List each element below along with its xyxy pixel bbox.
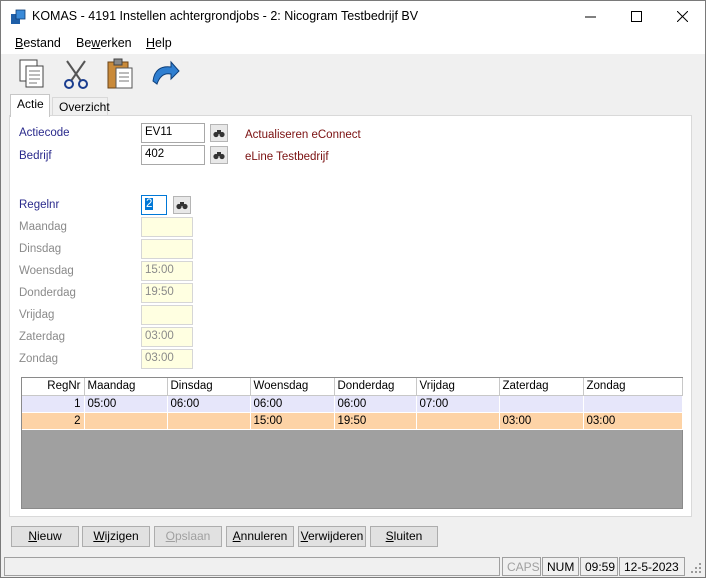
column-header[interactable]: Zaterdag (499, 378, 584, 396)
menu-help[interactable]: Help (146, 36, 172, 50)
regelnr-label: Regelnr (19, 199, 60, 211)
table-cell (416, 412, 500, 430)
column-header[interactable]: Dinsdag (167, 378, 251, 396)
actiecode-lookup-button[interactable] (210, 124, 228, 142)
column-header[interactable]: RegNr (22, 378, 85, 396)
table-cell: 03:00 (499, 412, 584, 430)
maximize-button[interactable] (613, 1, 659, 32)
tab-actie[interactable]: Actie (10, 94, 50, 117)
status-date: 12-5-2023 (619, 557, 685, 576)
title-bar: KOMAS - 4191 Instellen achtergrondjobs -… (1, 1, 705, 32)
regelnr-value: 2 (145, 198, 154, 210)
binoculars-icon (213, 151, 225, 159)
table-cell: 2 (22, 412, 85, 430)
table-cell: 15:00 (250, 412, 335, 430)
table-cell: 07:00 (416, 395, 500, 413)
column-header[interactable]: Donderdag (334, 378, 417, 396)
zondag-field[interactable]: 03:00 (141, 349, 193, 369)
wijzigen-button[interactable]: Wijzigen (82, 526, 150, 547)
table-row[interactable]: 1 05:00 06:00 06:00 06:00 07:00 (22, 395, 683, 413)
paste-button[interactable] (103, 57, 137, 91)
column-header[interactable]: Woensdag (250, 378, 335, 396)
table-cell: 1 (22, 395, 85, 413)
menu-bar: Bestand Bewerken Help (1, 32, 705, 54)
minimize-icon (584, 16, 596, 18)
minimize-button[interactable] (567, 1, 613, 32)
bedrijf-field[interactable]: 402 (141, 145, 205, 165)
maximize-icon (630, 11, 642, 22)
woensdag-label: Woensdag (19, 265, 74, 277)
actiecode-description: Actualiseren eConnect (245, 129, 361, 141)
actiecode-label: Actiecode (19, 127, 70, 139)
zondag-label: Zondag (19, 353, 59, 365)
opslaan-button[interactable]: Opslaan (154, 526, 222, 547)
donderdag-label: Donderdag (19, 287, 76, 299)
grid-header-row: RegNr Maandag Dinsdag Woensdag Donderdag… (22, 378, 683, 396)
status-message (4, 557, 500, 576)
woensdag-field[interactable]: 15:00 (141, 261, 193, 281)
copy-icon (19, 59, 44, 88)
table-row-selected[interactable]: 2 15:00 19:50 03:00 03:00 (22, 412, 683, 430)
vrijdag-label: Vrijdag (19, 309, 55, 321)
vrijdag-field[interactable] (141, 305, 193, 325)
regelnr-lookup-button[interactable] (173, 196, 191, 214)
schedule-grid: RegNr Maandag Dinsdag Woensdag Donderdag… (21, 377, 683, 509)
table-cell: 06:00 (250, 395, 335, 413)
binoculars-icon (176, 201, 188, 209)
num-indicator: NUM (542, 557, 579, 576)
close-icon (676, 11, 688, 22)
nieuw-button[interactable]: Nieuw (11, 526, 79, 547)
bedrijf-label: Bedrijf (19, 150, 52, 162)
window-title: KOMAS - 4191 Instellen achtergrondjobs -… (32, 9, 419, 23)
undo-button[interactable] (147, 57, 181, 91)
clipboard-icon (107, 58, 133, 89)
sluiten-button[interactable]: Sluiten (370, 526, 438, 547)
tab-overzicht[interactable]: Overzicht (52, 97, 110, 117)
app-icon (11, 9, 26, 24)
bedrijf-description: eLine Testbedrijf (245, 151, 329, 163)
maandag-label: Maandag (19, 221, 67, 233)
close-button[interactable] (659, 1, 705, 32)
zaterdag-label: Zaterdag (19, 331, 66, 343)
dinsdag-field[interactable] (141, 239, 193, 259)
table-cell: 06:00 (167, 395, 251, 413)
table-cell: 19:50 (334, 412, 417, 430)
status-bar: CAPS NUM 09:59 12-5-2023 (1, 556, 705, 577)
regelnr-field[interactable]: 2 (141, 195, 167, 215)
table-cell: 06:00 (334, 395, 417, 413)
verwijderen-button[interactable]: Verwijderen (298, 526, 366, 547)
column-header[interactable]: Maandag (84, 378, 168, 396)
copy-button[interactable] (15, 57, 49, 91)
table-cell: 03:00 (583, 412, 683, 430)
menu-bestand[interactable]: Bestand (15, 36, 61, 50)
caps-indicator: CAPS (502, 557, 541, 576)
resize-grip-icon[interactable] (690, 562, 702, 574)
column-header[interactable]: Vrijdag (416, 378, 500, 396)
binoculars-icon (213, 129, 225, 137)
menu-bewerken[interactable]: Bewerken (76, 36, 132, 50)
toolbar (1, 54, 705, 94)
app-window: KOMAS - 4191 Instellen achtergrondjobs -… (0, 0, 706, 578)
cut-button[interactable] (59, 57, 93, 91)
donderdag-field[interactable]: 19:50 (141, 283, 193, 303)
bedrijf-lookup-button[interactable] (210, 146, 228, 164)
schedule-table: RegNr Maandag Dinsdag Woensdag Donderdag… (22, 378, 683, 430)
table-cell (583, 395, 683, 413)
status-time: 09:59 (580, 557, 618, 576)
maandag-field[interactable] (141, 217, 193, 237)
table-cell (84, 412, 168, 430)
table-cell: 05:00 (84, 395, 168, 413)
column-header[interactable]: Zondag (583, 378, 683, 396)
zaterdag-field[interactable]: 03:00 (141, 327, 193, 347)
undo-icon (152, 60, 180, 85)
scissors-icon (64, 60, 88, 89)
actiecode-field[interactable]: EV11 (141, 123, 205, 143)
annuleren-button[interactable]: Annuleren (226, 526, 294, 547)
table-cell (167, 412, 251, 430)
table-cell (499, 395, 584, 413)
dinsdag-label: Dinsdag (19, 243, 62, 255)
